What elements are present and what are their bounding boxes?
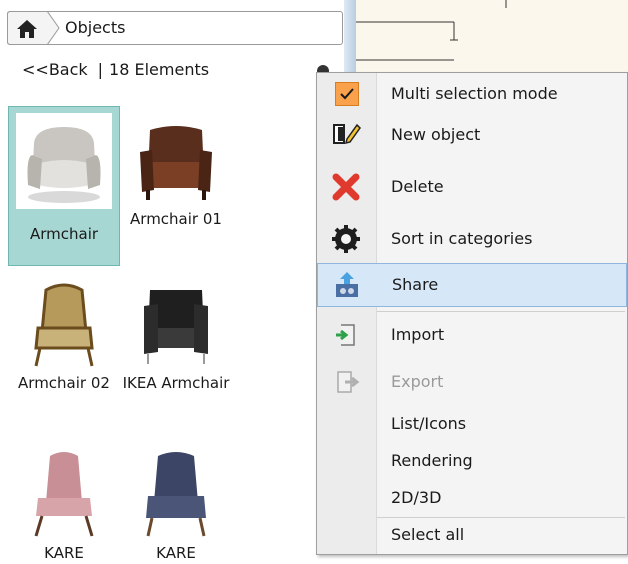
- armchair-thumbnail: [128, 276, 224, 372]
- menu-item-label: Import: [391, 325, 445, 344]
- object-label: Armchair 02: [18, 374, 110, 392]
- object-label: IKEA Armchair: [122, 374, 230, 392]
- nav-row: <<Back | 18 Elements: [22, 60, 209, 79]
- armchair-thumbnail: [128, 446, 224, 542]
- menu-item-2d-3d[interactable]: 2D/3D: [317, 483, 627, 513]
- object-label: Armchair 01: [130, 210, 222, 228]
- menu-item-label: 2D/3D: [391, 488, 442, 507]
- menu-item-export[interactable]: Export: [317, 365, 627, 399]
- menu-item-label: Sort in categories: [391, 229, 533, 248]
- checkbox-checked-icon: [335, 82, 359, 106]
- menu-item-new-object[interactable]: New object: [317, 117, 627, 153]
- menu-separator: [377, 517, 625, 518]
- object-label: KARE: [44, 544, 84, 562]
- object-tile[interactable]: KARE: [8, 446, 120, 564]
- menu-item-sort[interactable]: Sort in categories: [317, 221, 627, 257]
- armchair-thumbnail: [128, 112, 224, 208]
- menu-item-label: Multi selection mode: [391, 84, 558, 103]
- breadcrumb: Objects: [7, 11, 343, 45]
- object-label: KARE: [156, 544, 196, 562]
- export-icon: [337, 371, 360, 393]
- menu-item-import[interactable]: Import: [317, 318, 627, 352]
- context-menu: Multi selection mode New object Delete S…: [316, 72, 628, 555]
- gear-icon: [332, 225, 360, 253]
- home-icon: [17, 20, 37, 38]
- floorplan-sketch: [356, 0, 507, 61]
- menu-item-list-icons[interactable]: List/Icons: [317, 409, 627, 439]
- menu-item-label: List/Icons: [391, 414, 467, 433]
- menu-item-rendering[interactable]: Rendering: [317, 446, 627, 476]
- breadcrumb-chevron-icon: [46, 11, 60, 45]
- armchair-thumbnail: [16, 276, 112, 372]
- home-button[interactable]: [7, 11, 47, 45]
- menu-item-share[interactable]: Share: [317, 263, 627, 307]
- element-count: 18 Elements: [109, 60, 210, 79]
- menu-item-label: Select all: [391, 525, 465, 544]
- import-icon: [336, 324, 355, 346]
- menu-separator: [377, 311, 625, 312]
- object-tile[interactable]: Armchair 02: [8, 276, 120, 394]
- object-tile[interactable]: Armchair: [8, 106, 120, 266]
- armchair-thumbnail: [16, 113, 112, 209]
- armchair-thumbnail: [16, 446, 112, 542]
- menu-item-label: New object: [391, 125, 481, 144]
- menu-item-multi-selection[interactable]: Multi selection mode: [317, 77, 627, 111]
- breadcrumb-title[interactable]: Objects: [65, 11, 125, 45]
- delete-icon: [332, 173, 360, 201]
- object-tile[interactable]: IKEA Armchair: [120, 276, 232, 394]
- menu-item-delete[interactable]: Delete: [317, 169, 627, 205]
- menu-item-label: Rendering: [391, 451, 473, 470]
- menu-item-label: Export: [391, 372, 444, 391]
- nav-separator: |: [97, 60, 104, 79]
- object-label: Armchair: [29, 225, 99, 243]
- new-object-icon: [333, 123, 361, 145]
- back-link[interactable]: <<Back: [22, 60, 88, 79]
- menu-item-label: Delete: [391, 177, 444, 196]
- object-tile[interactable]: Armchair 01: [120, 106, 232, 230]
- share-icon: [336, 272, 358, 297]
- objects-panel: Objects <<Back | 18 Elements Armchair Ar…: [0, 0, 344, 562]
- menu-item-label: Share: [392, 275, 439, 294]
- menu-item-select-all[interactable]: Select all: [317, 520, 627, 550]
- object-tile[interactable]: KARE: [120, 446, 232, 564]
